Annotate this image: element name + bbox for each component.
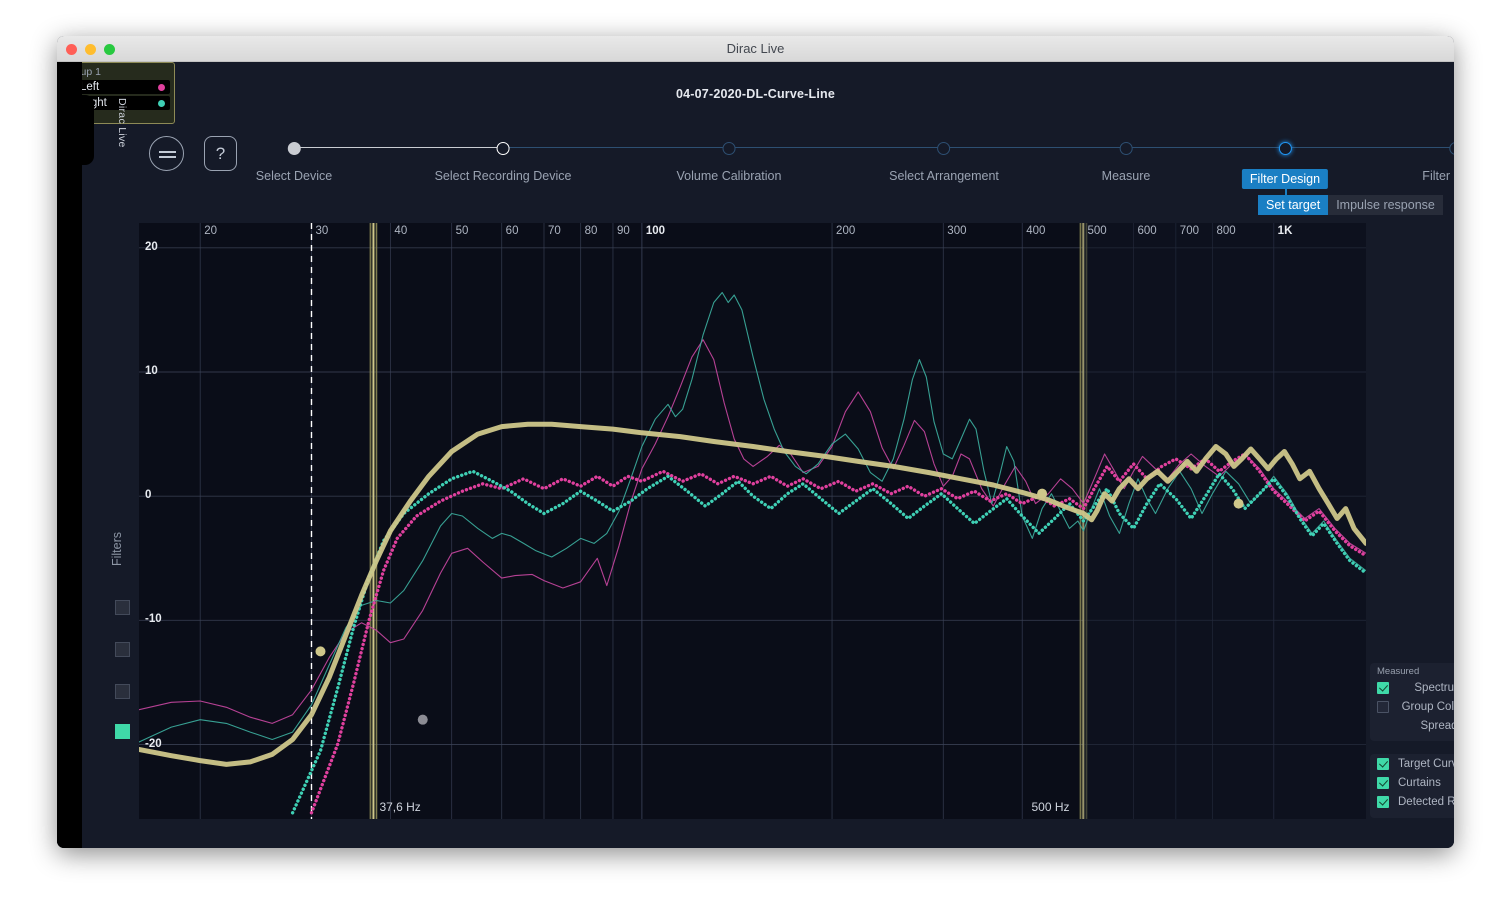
x-axis-tick-label: 500 [1087,225,1107,237]
stepper-step-select-device[interactable]: Select Device [256,142,332,183]
curtain-frequency-label: 37,6 Hz [379,800,421,814]
stepper-step-label: Select Device [255,169,333,183]
y-axis-tick-label: 0 [145,489,152,502]
measured-checkbox[interactable] [1377,681,1389,694]
stepper-step-select-arrangement[interactable]: Select Arrangement [889,142,999,183]
x-axis-tick-label: 60 [505,225,519,237]
option-row-spectrum: Spectrum [1370,678,1454,697]
filter-design-subtabs: Set target Impulse response [1258,195,1443,215]
toggle-checkbox[interactable] [1377,776,1389,789]
stepper-dot [937,142,951,155]
x-axis-tick-label: 50 [455,225,469,237]
toggle-row-target-curve: Target Curve [1370,754,1454,773]
spectrum-options-panel: Measured Corrected Spectrum Group Colours… [1370,663,1454,741]
stepper-step-filter-design[interactable]: Filter Design [1241,142,1329,189]
toggle-label: Curtains [1398,776,1441,789]
x-axis-tick-label: 30 [315,225,329,237]
filter-slot-checkbox[interactable] [115,600,130,615]
x-axis-tick-label: 600 [1137,225,1157,237]
option-row-spread: Spread [1370,716,1454,735]
filter-slot-checkbox[interactable] [115,724,130,739]
options-column-headers: Measured Corrected [1370,663,1454,678]
title-bar: Dirac Live [57,36,1454,62]
overlay-options-panel: Target Curve Curtains Detected Range [1370,754,1454,818]
x-axis-tick-label: 400 [1026,225,1046,237]
filters-strip: Filters [110,532,136,752]
y-axis-tick-label: 20 [145,240,158,253]
window-title: Dirac Live [726,41,785,56]
stepper-dot [1278,142,1292,155]
x-axis-tick-label: 80 [584,225,598,237]
toggle-checkbox[interactable] [1377,795,1389,808]
stepper-step-label: Filter Export [1422,169,1454,183]
y-axis-tick-label: -20 [145,737,162,750]
x-axis-tick-label: 700 [1179,225,1199,237]
x-axis-tick-label: 100 [645,225,666,237]
workflow-stepper: Select Device Select Recording Device Volu… [57,62,1454,192]
stepper-step-filter-export[interactable]: Filter Export [1422,142,1454,183]
filters-label: Filters [110,532,124,567]
app-body: Dirac Live 04-07-2020-DL-Curve-Line ? Se… [57,62,1454,848]
x-axis-tick-label: 20 [204,225,218,237]
stepper-step-volume-calibration[interactable]: Volume Calibration [676,142,782,183]
stepper-step-label: Select Arrangement [889,169,999,183]
x-axis-tick-label: 800 [1216,225,1236,237]
filter-slot-checkbox[interactable] [115,642,130,657]
option-label: Spectrum [1414,681,1454,694]
stepper-dot [722,142,736,155]
stepper-step-select-recording-device[interactable]: Select Recording Device [434,142,572,183]
toggle-checkbox[interactable] [1377,757,1389,770]
measured-checkbox[interactable] [1377,700,1389,713]
x-axis-tick-label: 70 [547,225,561,237]
x-axis-tick-label: 300 [947,225,967,237]
stepper-dot [287,142,301,155]
y-axis-tick-label: 10 [145,365,158,377]
stepper-step-label: Select Recording Device [434,169,572,183]
stepper-dot [1449,142,1454,155]
stepper-step-measure[interactable]: Measure [1101,142,1151,183]
option-label: Spread [1420,719,1454,732]
option-row-group-colours: Group Colours [1370,697,1454,716]
frequency-response-plot[interactable] [139,223,1366,819]
curtain-frequency-label: 500 Hz [1031,800,1070,814]
toggle-row-detected-range: Detected Range [1370,792,1454,811]
y-axis-tick-label: -10 [145,613,162,626]
stepper-dot [1119,142,1133,155]
x-axis-tick-label: 1K [1277,225,1293,237]
app-window: Dirac Live Dirac Live 04-07-2020-DL-Curv… [57,36,1454,848]
stepper-step-label: Volume Calibration [676,169,782,183]
toggle-label: Detected Range [1398,795,1454,808]
measured-column-header: Measured [1377,666,1420,677]
x-axis-tick-label: 90 [616,225,630,237]
toggle-row-curtains: Curtains [1370,773,1454,792]
plot-canvas [139,223,1366,819]
subtab-impulse-response[interactable]: Impulse response [1328,195,1443,215]
stepper-dot [496,142,510,155]
x-axis-tick-label: 200 [836,225,856,237]
x-axis-tick-label: 40 [394,225,408,237]
subtab-set-target[interactable]: Set target [1258,195,1329,215]
stepper-step-label: Measure [1101,169,1151,183]
stepper-step-label: Filter Design [1241,169,1329,189]
option-label: Group Colours [1401,700,1454,713]
toggle-label: Target Curve [1398,757,1454,770]
filter-slot-checkbox[interactable] [115,684,130,699]
